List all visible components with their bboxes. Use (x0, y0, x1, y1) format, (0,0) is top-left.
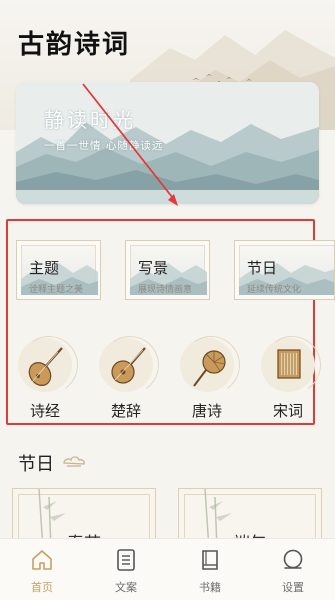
tab-label: 设置 (282, 581, 304, 594)
book-icon (277, 349, 301, 379)
bottom-tab-bar: 首页 文案 书籍 设置 (0, 538, 335, 600)
tab-label: 文案 (115, 581, 137, 594)
category-songci[interactable] (258, 331, 326, 399)
topic-name: 节日 (247, 259, 278, 277)
topic-name: 主题 (29, 259, 60, 277)
topic-name: 写景 (138, 259, 169, 277)
category-label: 楚辞 (110, 402, 141, 420)
category-label: 诗经 (29, 402, 60, 420)
topic-desc: 诠释主题之美 (29, 285, 84, 295)
category-label: 宋词 (272, 402, 303, 420)
cloud-icon (63, 456, 85, 467)
category-label: 唐诗 (191, 402, 222, 420)
pipa-icon (28, 347, 63, 386)
category-shijing[interactable] (15, 331, 83, 399)
banner-subtitle: 一首一世情 心随静读远 (44, 140, 164, 152)
topic-desc: 展现诗情画意 (138, 285, 193, 295)
tab-label: 首页 (31, 581, 53, 594)
category-chuci[interactable] (96, 331, 164, 399)
document-icon (117, 549, 135, 571)
tab-settings[interactable]: 设置 (251, 539, 335, 600)
topic-card-theme[interactable]: 主题 诠释主题之美 (16, 240, 101, 300)
ruan-icon (111, 347, 146, 384)
banner-title: 静读时光 (44, 108, 136, 132)
tab-copywriting[interactable]: 文案 (84, 539, 168, 600)
book-icon (202, 550, 218, 570)
section-title: 节日 (18, 454, 54, 475)
topic-card-festival[interactable]: 节日 延续传统文化 (234, 240, 335, 300)
topic-desc: 延续传统文化 (247, 285, 302, 295)
home-icon (32, 550, 52, 570)
tab-books[interactable]: 书籍 (168, 539, 252, 600)
app-title: 古韵诗词 (18, 30, 131, 60)
category-tangshi[interactable] (177, 331, 245, 399)
tab-home[interactable]: 首页 (0, 539, 84, 600)
topic-card-scenery[interactable]: 写景 展现诗情画意 (125, 240, 210, 300)
tab-label: 书籍 (199, 581, 221, 594)
fan-icon (193, 350, 226, 387)
settings-icon (283, 549, 303, 569)
